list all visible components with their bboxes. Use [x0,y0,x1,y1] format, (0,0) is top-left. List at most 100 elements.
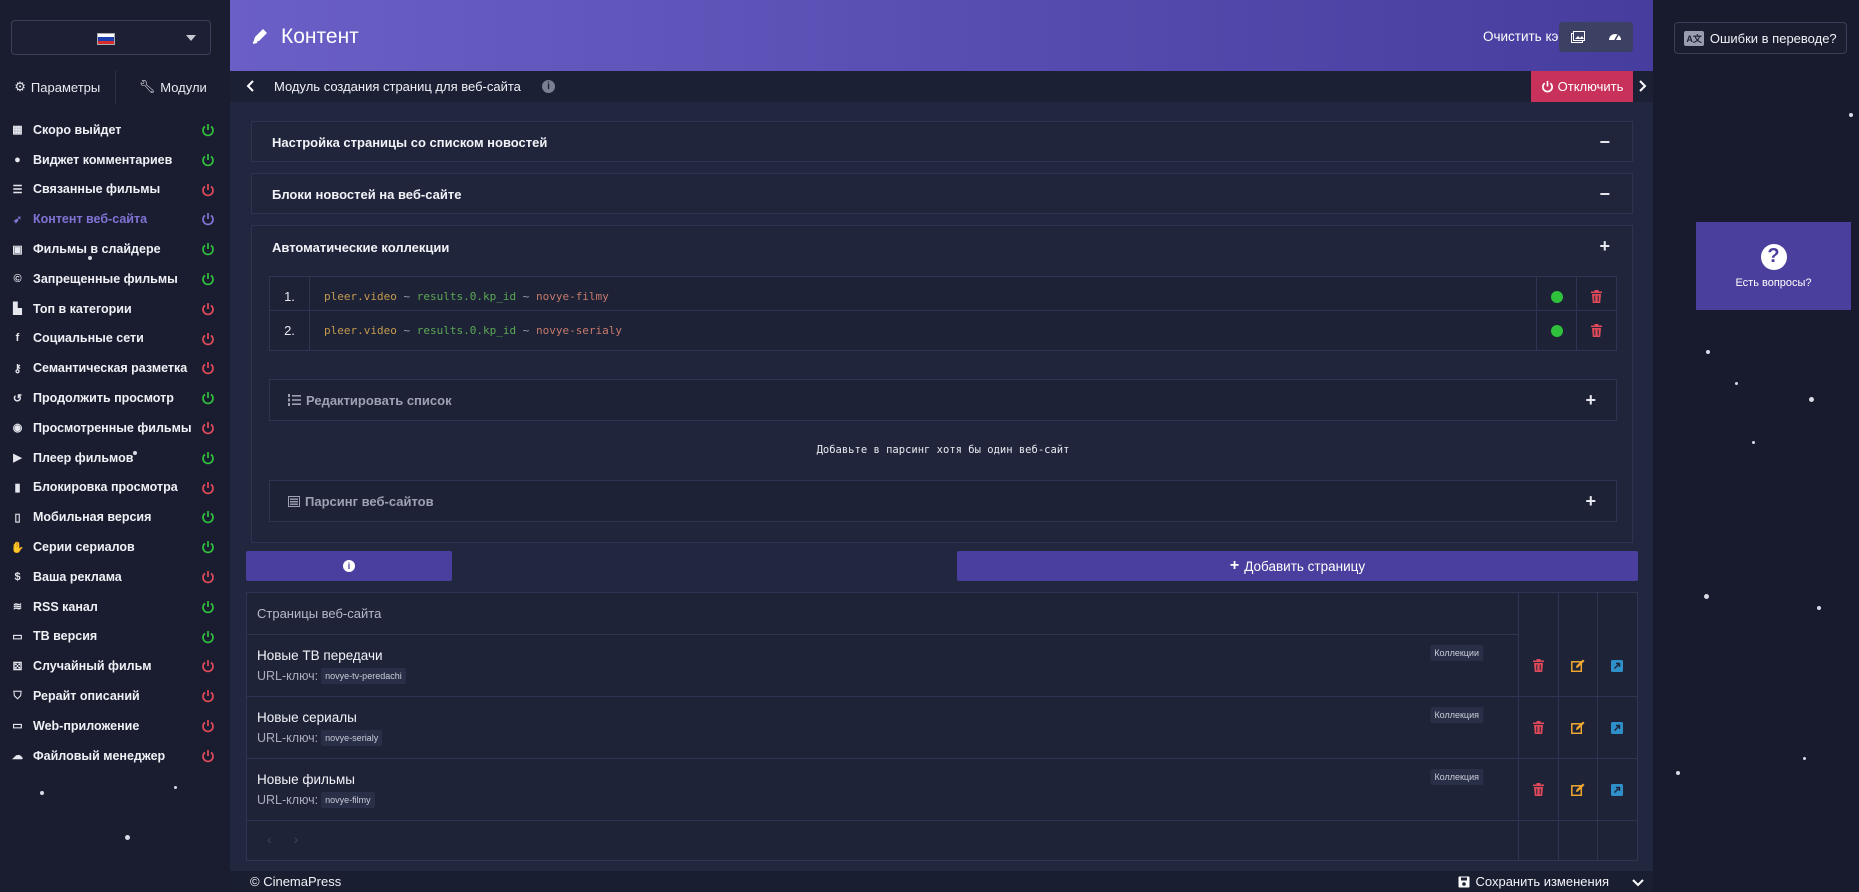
faq-widget[interactable]: ? Есть вопросы? [1696,222,1851,310]
trash-icon [1532,721,1544,734]
power-toggle-icon[interactable] [201,510,215,524]
sidebar-item[interactable]: ⛉ Рерайт описаний [0,681,230,711]
star-decoration [88,256,92,260]
star-decoration [1809,397,1814,402]
sidebar-item[interactable]: ▭ ТВ версия [0,622,230,652]
sidebar-item[interactable]: ☁ Файловый менеджер [0,741,230,771]
clear-images-cache-button[interactable] [1559,22,1596,52]
sidebar-item-label: Запрещенные фильмы [33,271,178,286]
page-url-key: URL-ключ: novye-filmy [257,792,375,808]
info-button[interactable]: i [246,551,452,581]
power-toggle-icon[interactable] [201,302,215,316]
translation-errors-button[interactable]: A文 Ошибки в переводе? [1674,22,1847,54]
sidebar-item[interactable]: ▭ Web-приложение [0,711,230,741]
language-select[interactable] [11,20,211,55]
sidebar-item[interactable]: ▙ Топ в категории [0,294,230,324]
prev-page-button[interactable]: ‹ [267,831,272,847]
collapse-icon[interactable]: − [1599,133,1610,151]
next-page-button[interactable]: › [294,831,299,847]
sidebar-item[interactable]: ● Виджет комментариев [0,145,230,175]
power-toggle-icon[interactable] [201,272,215,286]
disable-module-button[interactable]: Отключить [1531,71,1633,102]
sidebar-item[interactable]: ▯ Мобильная версия [0,502,230,532]
sidebar-item[interactable]: ≋ RSS канал [0,592,230,622]
sidebar-item[interactable]: ✋ Серии сериалов [0,532,230,562]
wrench-icon: 🔧︎ [138,79,156,94]
power-toggle-icon[interactable] [201,361,215,375]
edit-list-panel[interactable]: Редактировать список + [269,379,1617,421]
open-page-button[interactable] [1597,759,1637,820]
panel-header[interactable]: Автоматические коллекции + [252,226,1632,268]
open-page-button[interactable] [1597,697,1637,758]
sidebar-item[interactable]: ⚄ Случайный фильм [0,651,230,681]
tab-modules[interactable]: 🔧︎ Модули [116,70,231,104]
url-key-value: novye-serialy [321,730,383,746]
power-toggle-icon[interactable] [201,123,215,137]
save-changes-label: Сохранить изменения [1475,874,1610,889]
clear-cache-speed-button[interactable] [1596,22,1633,52]
sidebar-item[interactable]: ↺ Продолжить просмотр [0,383,230,413]
panel-news-blocks[interactable]: Блоки новостей на веб-сайте − [251,173,1633,214]
parsing-panel[interactable]: Парсинг веб-сайтов + [269,480,1617,522]
chevron-left-icon[interactable] [244,79,258,93]
save-changes-button[interactable]: Сохранить изменения [1458,874,1610,889]
power-toggle-icon[interactable] [201,451,215,465]
chevron-down-icon[interactable] [1631,875,1645,889]
sidebar-item[interactable]: f Социальные сети [0,324,230,354]
power-toggle-icon[interactable] [201,421,215,435]
tachometer-icon [1608,34,1621,41]
power-toggle-icon[interactable] [201,391,215,405]
collection-row: 2. pleer.video ~ results.0.kp_id ~ novye-… [269,310,1617,351]
edit-page-button[interactable] [1558,759,1598,820]
delete-collection-button[interactable] [1576,311,1616,350]
sidebar-item[interactable]: ▦ Скоро выйдет [0,115,230,145]
delete-page-button[interactable] [1518,697,1558,758]
collapse-icon[interactable]: − [1599,185,1610,203]
delete-page-button[interactable] [1518,759,1558,820]
status-toggle[interactable] [1536,311,1576,350]
sidebar-item[interactable]: ▶ Плеер фильмов [0,443,230,473]
power-toggle-icon[interactable] [201,630,215,644]
sidebar-item[interactable]: © Запрещенные фильмы [0,264,230,294]
panel-title: Автоматические коллекции [272,239,450,255]
power-toggle-icon[interactable] [201,689,215,703]
power-toggle-icon[interactable] [201,749,215,763]
sidebar-item[interactable]: ◉ Просмотренные фильмы [0,413,230,443]
sidebar-item[interactable]: ▮ Блокировка просмотра [0,473,230,503]
sidebar-item[interactable]: $ Ваша реклама [0,562,230,592]
edit-page-button[interactable] [1558,635,1598,696]
power-toggle-icon[interactable] [201,153,215,167]
power-toggle-icon[interactable] [201,183,215,197]
power-toggle-icon[interactable] [201,600,215,614]
collection-separator: ~ [516,324,536,337]
chevron-right-icon[interactable] [1635,79,1649,93]
power-toggle-icon[interactable] [201,212,215,226]
tab-parameters[interactable]: ⚙ Параметры [0,70,116,104]
panel-list-settings[interactable]: Настройка страницы со списком новостей − [251,121,1633,162]
edit-page-button[interactable] [1558,697,1598,758]
url-key-value: novye-filmy [321,792,375,808]
sidebar-item[interactable]: ⚷ Семантическая разметка [0,353,230,383]
open-page-button[interactable] [1597,635,1637,696]
power-toggle-icon[interactable] [201,659,215,673]
power-toggle-icon[interactable] [201,719,215,733]
pages-table-header: Страницы веб-сайта [247,593,1518,635]
power-toggle-icon[interactable] [201,481,215,495]
sidebar-item-label: Просмотренные фильмы [33,420,192,435]
info-icon[interactable]: i [542,80,555,93]
sidebar-item[interactable]: ☰ Связанные фильмы [0,175,230,205]
pages-table: Страницы веб-сайта Новые ТВ передачи URL-… [246,592,1638,861]
delete-page-button[interactable] [1518,635,1558,696]
power-toggle-icon[interactable] [201,570,215,584]
expand-icon[interactable]: + [1599,237,1610,255]
power-toggle-icon[interactable] [201,332,215,346]
power-toggle-icon[interactable] [201,540,215,554]
expand-icon[interactable]: + [1585,391,1596,409]
sidebar-item[interactable]: ▣ Фильмы в слайдере [0,234,230,264]
expand-icon[interactable]: + [1585,492,1596,510]
power-toggle-icon[interactable] [201,242,215,256]
sidebar-item[interactable]: ➶ Контент веб-сайта [0,204,230,234]
add-page-button[interactable]: + Добавить страницу [957,551,1638,581]
edit-icon [1571,721,1585,734]
edit-icon [1571,659,1585,672]
